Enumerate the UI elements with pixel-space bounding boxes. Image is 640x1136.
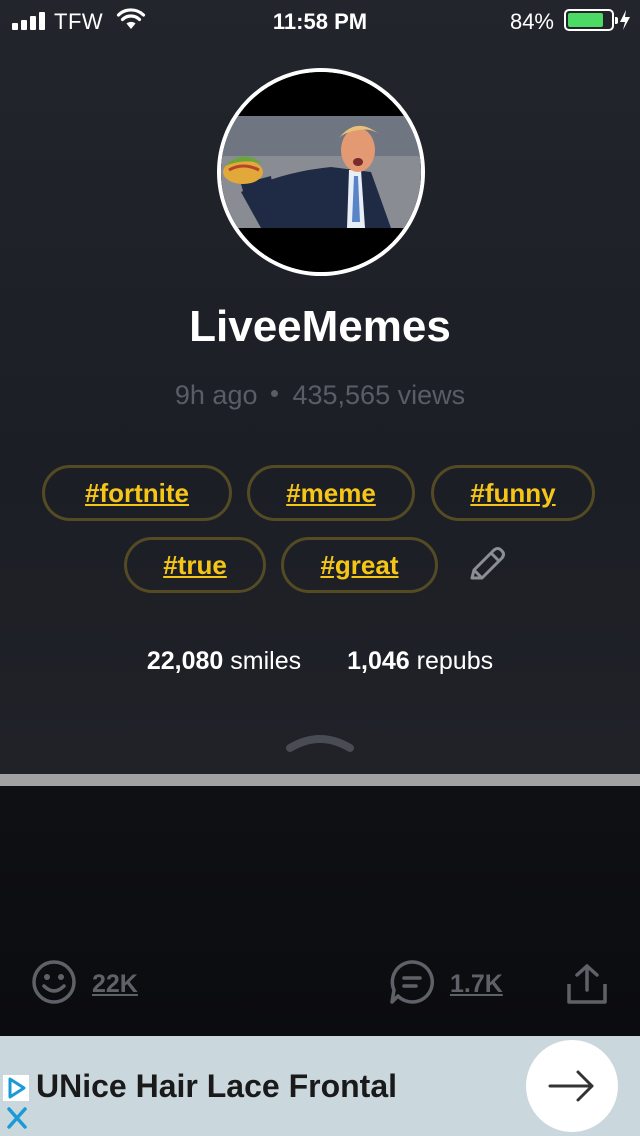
smiley-icon[interactable] <box>30 958 78 1006</box>
comment-icon[interactable] <box>388 958 436 1006</box>
view-count: 435,565 views <box>292 380 466 410</box>
repubs-label: repubs <box>416 647 494 675</box>
screen: TFW 11:58 PM 84% LiveeMemes 9h ago 435,5… <box>0 0 640 1136</box>
profile-avatar[interactable] <box>217 68 425 276</box>
ad-banner[interactable]: UNice Hair Lace Frontal <box>0 1036 640 1136</box>
posted-time: 9h ago <box>174 380 258 410</box>
avatar-image <box>221 72 421 272</box>
panel-divider <box>0 774 640 786</box>
repubs-count: 1,046 <box>347 647 410 675</box>
share-icon[interactable] <box>565 962 609 1006</box>
status-bar: TFW 11:58 PM 84% <box>0 0 640 40</box>
tag-great[interactable]: #great <box>281 537 438 593</box>
charging-bolt-icon <box>620 10 630 30</box>
tag-fortnite[interactable]: #fortnite <box>42 465 232 521</box>
separator-dot <box>271 390 279 398</box>
smile-count[interactable]: 22K <box>92 970 138 999</box>
battery-percentage: 84% <box>509 9 554 34</box>
action-bar: 22K 1.7K <box>0 950 640 1020</box>
tag-funny[interactable]: #funny <box>431 465 595 521</box>
adchoices-icon[interactable] <box>2 1074 30 1102</box>
smiles-count: 22,080 <box>146 647 224 675</box>
ad-title[interactable]: UNice Hair Lace Frontal <box>36 1068 397 1105</box>
tag-true[interactable]: #true <box>124 537 266 593</box>
username[interactable]: LiveeMemes <box>0 302 640 352</box>
battery-icon <box>564 9 618 31</box>
comment-count[interactable]: 1.7K <box>450 970 503 999</box>
post-meta: 9h ago 435,565 views <box>0 380 640 411</box>
edit-icon[interactable] <box>464 542 508 586</box>
chevron-up-icon[interactable] <box>284 728 356 754</box>
arrow-right-icon <box>548 1070 594 1102</box>
battery-fill <box>568 13 603 27</box>
post-stats: 22,080 smiles 1,046 repubs <box>0 647 640 676</box>
smiles-label: smiles <box>230 647 302 675</box>
ad-close-icon[interactable] <box>4 1104 30 1132</box>
tag-meme[interactable]: #meme <box>247 465 415 521</box>
ad-arrow-button[interactable] <box>526 1040 618 1132</box>
